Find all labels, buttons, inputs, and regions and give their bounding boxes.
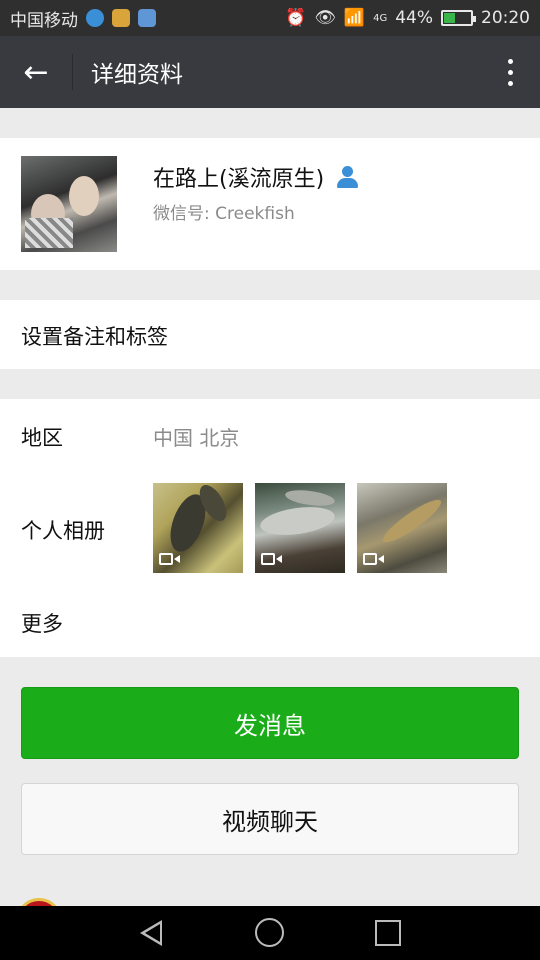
album-thumbnail[interactable] [153, 483, 243, 573]
arrow-left-icon: ← [23, 54, 49, 90]
avatar[interactable] [21, 156, 117, 252]
battery-percent: 44% [395, 8, 433, 28]
status-bar: 中国移动 ⏰ 👁 📶 4G 44% 20:20 [0, 0, 540, 36]
video-call-button[interactable]: 视频聊天 [21, 783, 519, 855]
wechat-id: 微信号: Creekfish [153, 204, 295, 224]
album-thumbnail[interactable] [255, 483, 345, 573]
more-button[interactable] [480, 36, 540, 108]
eye-icon: 👁 [314, 8, 336, 28]
clock: 20:20 [481, 8, 530, 28]
nav-back-icon[interactable] [136, 918, 166, 948]
remark-label: 设置备注和标签 [21, 325, 168, 349]
moon-icon [86, 9, 104, 27]
contact-nickname: 在路上(溪流原生) [153, 167, 325, 192]
more-vertical-icon [507, 58, 513, 64]
remark-row[interactable]: 设置备注和标签 [0, 300, 540, 369]
network-type: 4G [373, 12, 388, 24]
person-icon [336, 166, 359, 188]
page-title: 详细资料 [91, 62, 183, 88]
carrier-name: 中国移动 [10, 10, 78, 31]
send-message-button[interactable]: 发消息 [21, 687, 519, 759]
nav-recent-apps-icon[interactable] [375, 920, 401, 946]
video-icon [261, 553, 283, 567]
battery-fill [444, 13, 456, 23]
wifi-icon: 📶 [343, 8, 366, 28]
battery-icon [441, 10, 476, 26]
video-icon [159, 553, 181, 567]
album-label: 个人相册 [21, 519, 105, 543]
nav-home-icon[interactable] [255, 918, 284, 947]
header-divider [72, 54, 73, 90]
album-thumbnail[interactable] [357, 483, 447, 573]
back-button[interactable]: ← [0, 36, 72, 108]
android-nav-bar [0, 906, 540, 960]
region-label: 地区 [21, 426, 63, 450]
region-value: 中国 北京 [153, 426, 240, 450]
app-header: ← 详细资料 [0, 36, 540, 108]
contact-name-row: 在路上(溪流原生) [153, 161, 359, 193]
more-label[interactable]: 更多 [21, 608, 63, 638]
video-icon [363, 553, 385, 567]
alarm-icon: ⏰ [285, 8, 307, 28]
health-icon [138, 9, 156, 27]
info-section: 地区 中国 北京 个人相册 更多 [0, 399, 540, 657]
cleaner-icon [112, 9, 130, 27]
